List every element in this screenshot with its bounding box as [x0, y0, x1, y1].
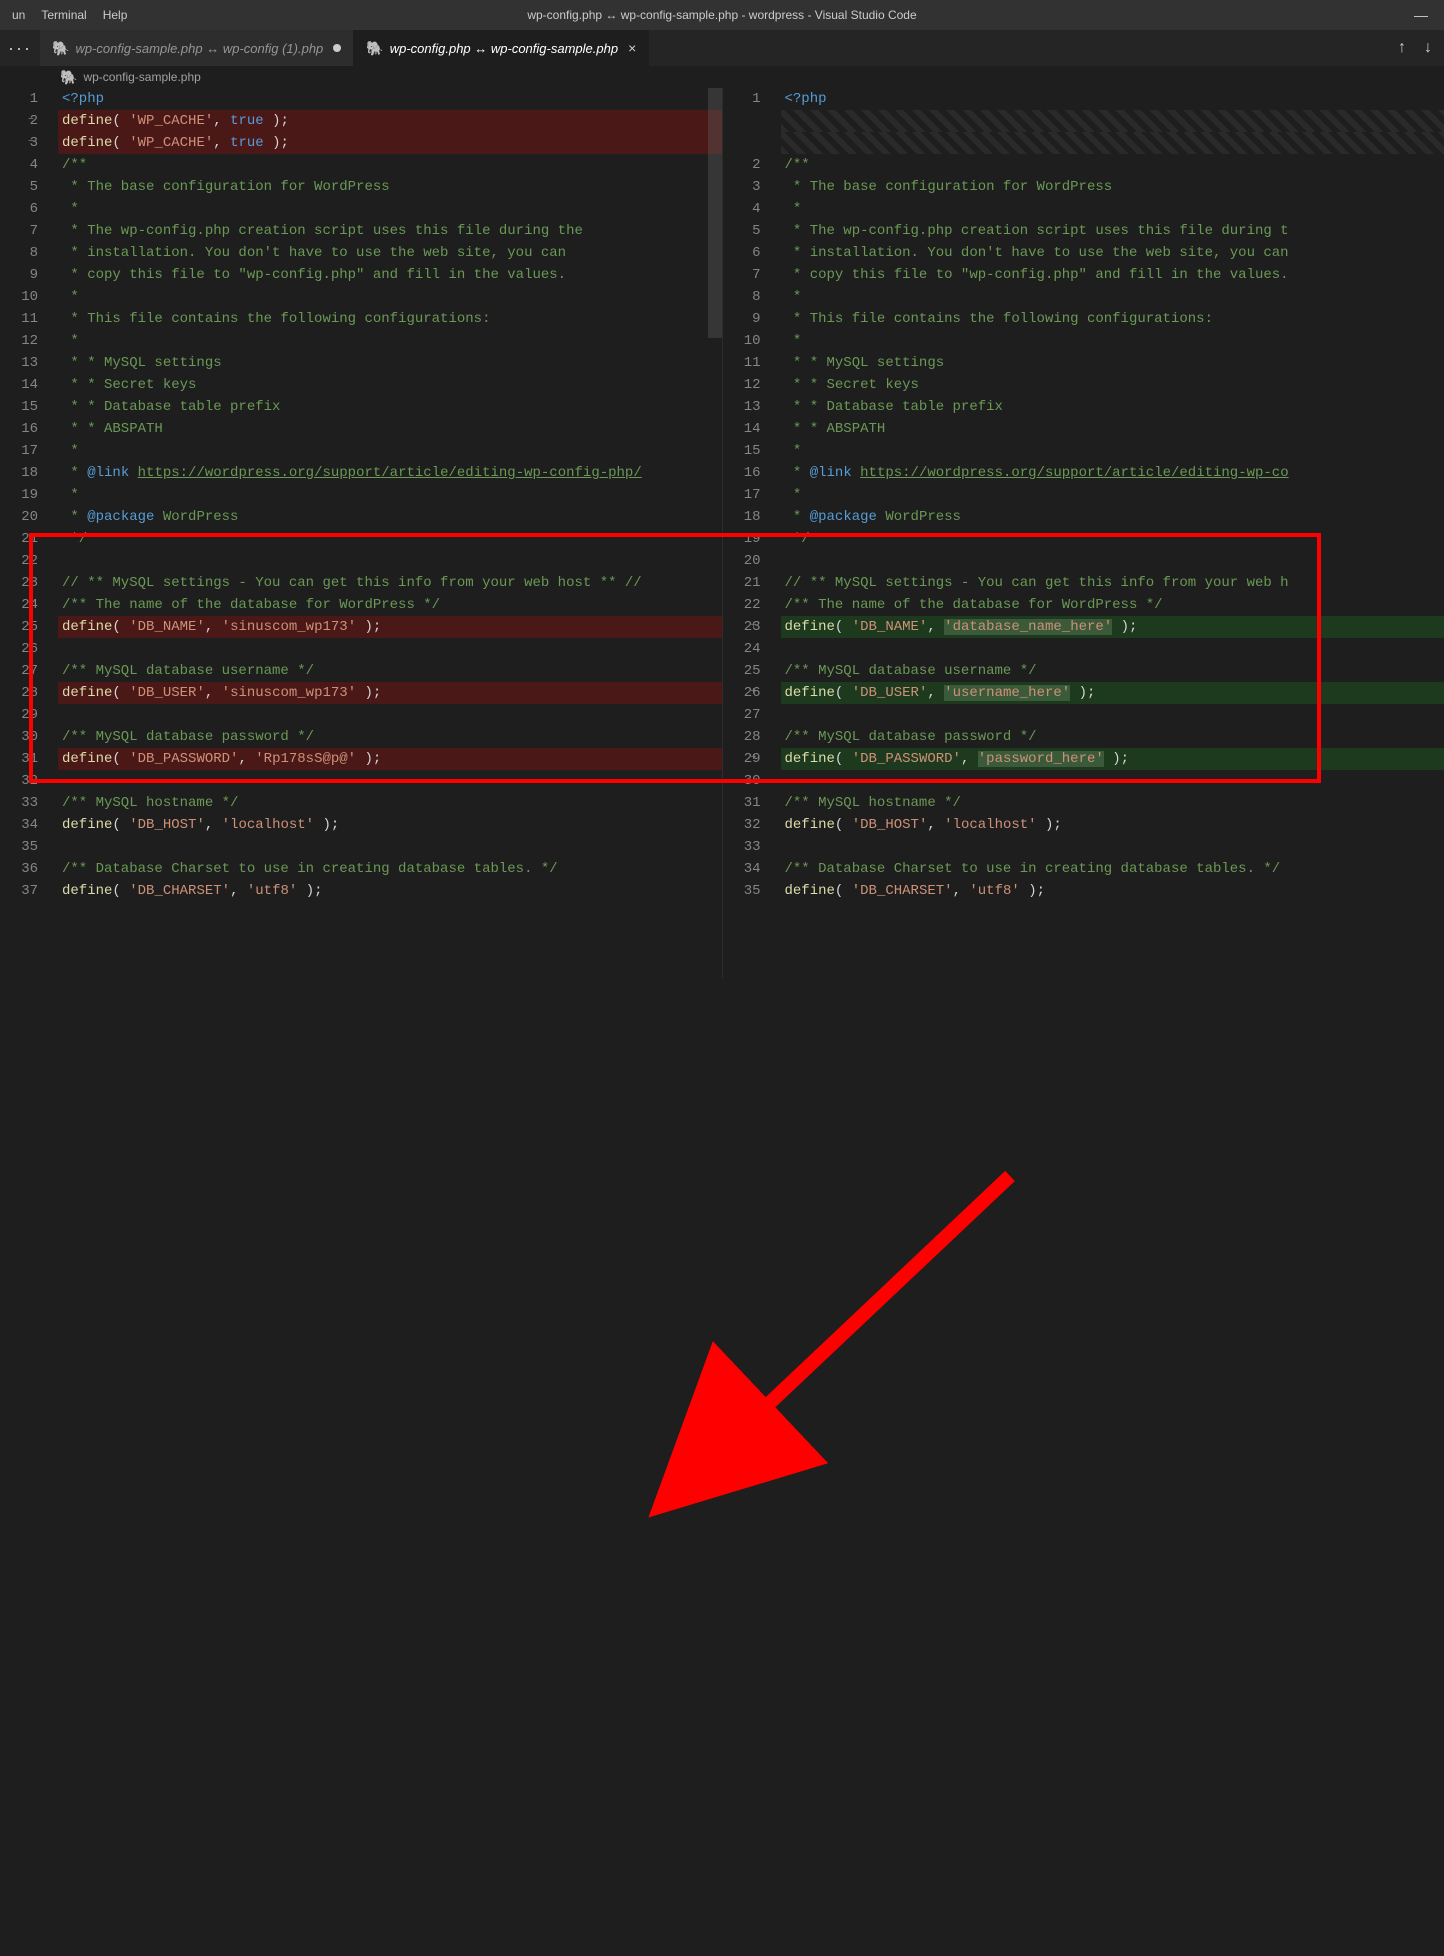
diff-editor: 12−3−45678910111213141516171819202122232…	[0, 88, 1444, 978]
prev-change-icon[interactable]: ↑	[1394, 39, 1410, 57]
php-icon: 🐘	[52, 40, 69, 57]
left-gutter: 12−3−45678910111213141516171819202122232…	[0, 88, 58, 978]
left-code[interactable]: <?phpdefine( 'WP_CACHE', true );define( …	[58, 88, 722, 978]
title-bar: un Terminal Help wp-config.php ↔ wp-conf…	[0, 0, 1444, 30]
tab-bar: ··· 🐘 wp-config-sample.php ↔ wp-config (…	[0, 30, 1444, 66]
minimize-button[interactable]: —	[1398, 0, 1444, 30]
php-icon: 🐘	[366, 40, 383, 57]
menu-bar: un Terminal Help	[0, 0, 135, 30]
tab-wp-config-1[interactable]: 🐘 wp-config-sample.php ↔ wp-config (1).p…	[40, 30, 354, 66]
breadcrumb: 🐘 wp-config-sample.php	[0, 66, 1444, 88]
window-title: wp-config.php ↔ wp-config-sample.php - w…	[527, 8, 916, 22]
menu-run[interactable]: un	[4, 0, 33, 30]
left-pane[interactable]: 12−3−45678910111213141516171819202122232…	[0, 88, 722, 978]
right-code[interactable]: <?php /** * The base configuration for W…	[781, 88, 1444, 978]
menu-terminal[interactable]: Terminal	[33, 0, 94, 30]
breadcrumb-file[interactable]: wp-config-sample.php	[83, 70, 200, 84]
tab-label: wp-config-sample.php ↔ wp-config (1).php	[75, 41, 323, 56]
close-icon[interactable]: ×	[628, 40, 636, 56]
php-icon: 🐘	[60, 69, 77, 86]
tab-wp-config-diff[interactable]: 🐘 wp-config.php ↔ wp-config-sample.php ×	[354, 30, 649, 66]
menu-help[interactable]: Help	[95, 0, 136, 30]
left-scrollbar[interactable]	[708, 88, 722, 978]
tab-label: wp-config.php ↔ wp-config-sample.php	[390, 41, 618, 56]
right-pane[interactable]: 1234567891011121314151617181920212223+24…	[723, 88, 1444, 978]
next-change-icon[interactable]: ↓	[1420, 39, 1436, 57]
more-tabs-button[interactable]: ···	[0, 30, 40, 66]
dirty-indicator-icon	[333, 44, 341, 52]
right-gutter: 1234567891011121314151617181920212223+24…	[723, 88, 781, 978]
tab-actions: ↑ ↓	[1394, 30, 1444, 66]
annotation-arrow	[0, 978, 1444, 1956]
